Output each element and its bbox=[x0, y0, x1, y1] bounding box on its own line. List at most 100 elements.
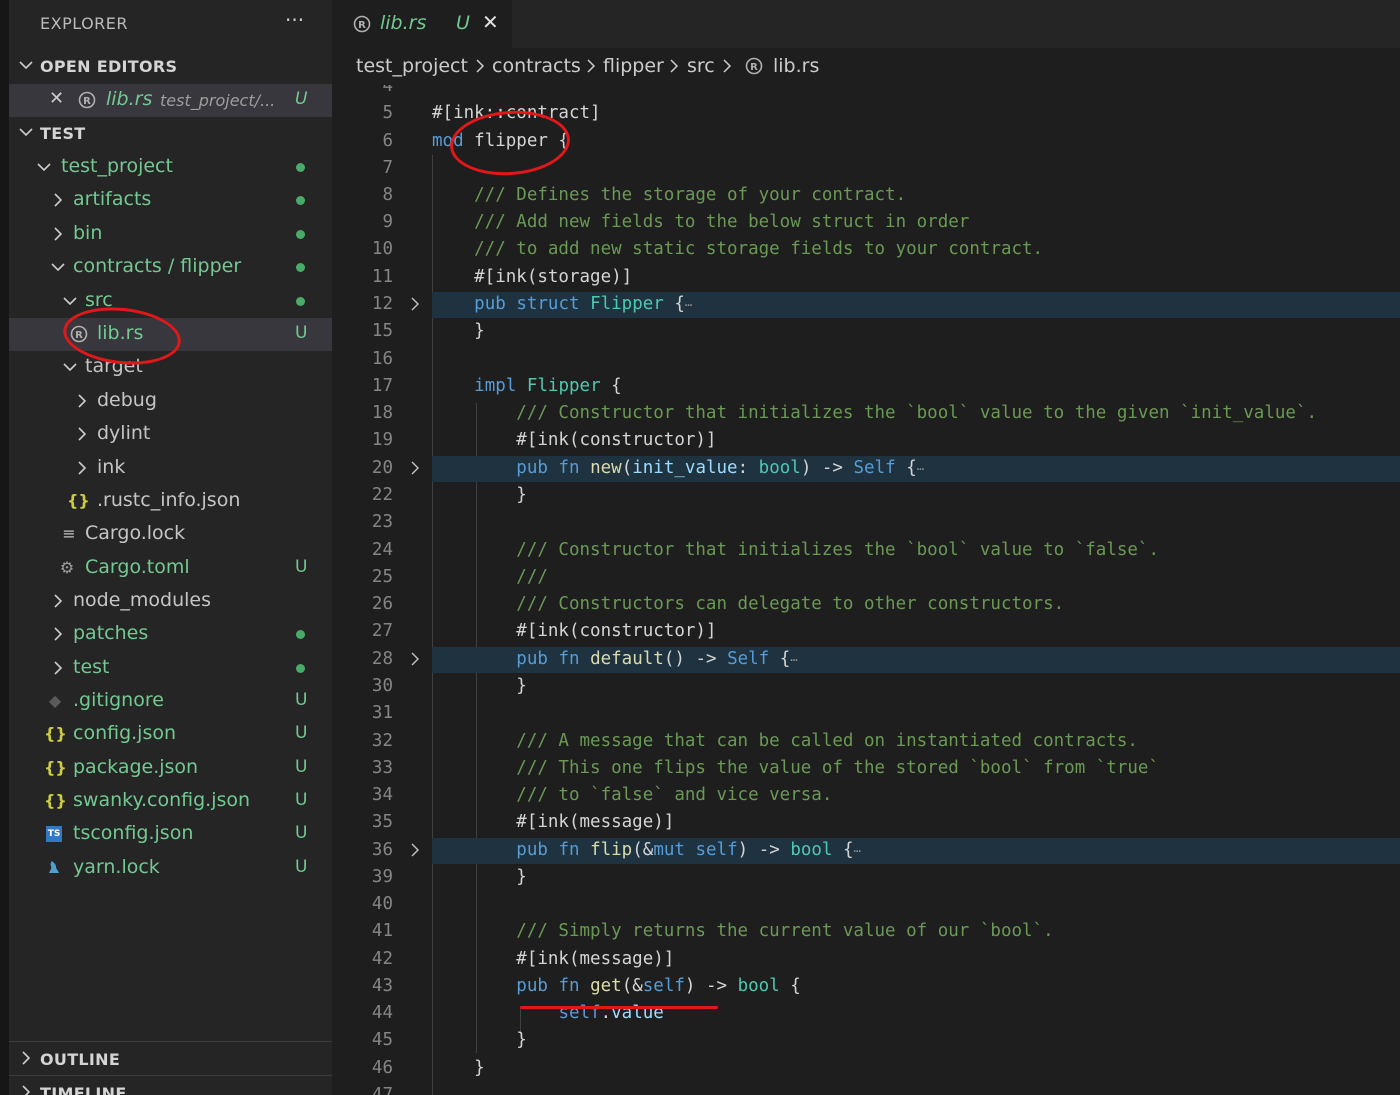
code-text: pub fn new(init_value: bool) -> Self {⋯ bbox=[516, 458, 924, 478]
breadcrumb-item[interactable]: flipper bbox=[603, 55, 664, 77]
tree-file-swanky-config[interactable]: {} swanky.config.json U bbox=[9, 785, 332, 818]
tree-file-lib-rs[interactable]: R lib.rs U bbox=[9, 318, 332, 351]
chevron-right-icon[interactable] bbox=[408, 652, 422, 666]
line-number: 6 bbox=[382, 131, 393, 151]
code-text: /// Add new fields to the below struct i… bbox=[432, 212, 970, 232]
code-line: 41 /// Simply returns the current value … bbox=[332, 918, 1400, 945]
tree-folder-contracts-flipper[interactable]: contracts / flipper bbox=[9, 251, 332, 284]
code-line: 4 bbox=[332, 85, 1400, 100]
line-number: 44 bbox=[371, 1003, 393, 1023]
open-editors-section[interactable]: OPEN EDITORS bbox=[9, 50, 332, 83]
chevron-down-icon bbox=[51, 263, 65, 272]
tree-file-package-json[interactable]: {} package.json U bbox=[9, 752, 332, 785]
rust-file-icon: R bbox=[70, 325, 88, 343]
chevron-right-icon[interactable] bbox=[408, 297, 422, 311]
status-dot bbox=[296, 297, 305, 306]
code-text: mod flipper { bbox=[432, 131, 569, 151]
code-editor[interactable]: 4 5 #[ink::contract] 6 mod flipper { 7 8 /… bbox=[332, 85, 1400, 1095]
tree-folder-target[interactable]: target bbox=[9, 351, 332, 384]
tree-file-yarn-lock[interactable]: yarn.lock U bbox=[9, 852, 332, 885]
tree-file-config-json[interactable]: {} config.json U bbox=[9, 718, 332, 751]
status-dot bbox=[296, 230, 305, 239]
workspace-label: TEST bbox=[40, 124, 86, 143]
code-line: 19 #[ink(constructor)] bbox=[332, 427, 1400, 454]
code-line: 23 bbox=[332, 509, 1400, 536]
chevron-down-icon bbox=[63, 363, 77, 372]
workspace-section[interactable]: TEST bbox=[9, 117, 332, 150]
close-icon[interactable]: ✕ bbox=[482, 10, 499, 34]
timeline-section[interactable]: TIMELINE bbox=[9, 1077, 332, 1095]
code-line: 24 /// Constructor that initializes the … bbox=[332, 537, 1400, 564]
chevron-down-icon bbox=[37, 163, 51, 172]
code-line-folded[interactable]: 28 pub fn default() -> Self {⋯ bbox=[332, 646, 1400, 673]
code-text: /// to `false` and vice versa. bbox=[432, 785, 833, 805]
rust-file-icon: R bbox=[353, 15, 371, 33]
tree-file-cargo-lock[interactable]: ≡ Cargo.lock bbox=[9, 518, 332, 551]
tree-folder-debug[interactable]: debug bbox=[9, 385, 332, 418]
breadcrumb-item[interactable]: lib.rs bbox=[773, 55, 819, 77]
code-text: /// This one flips the value of the stor… bbox=[432, 758, 1159, 778]
typescript-icon: TS bbox=[46, 826, 62, 842]
breadcrumb-item[interactable]: src bbox=[687, 55, 715, 77]
code-text: /// Constructor that initializes the `bo… bbox=[432, 403, 1318, 423]
line-number: 19 bbox=[371, 430, 393, 450]
code-line: 18 /// Constructor that initializes the … bbox=[332, 400, 1400, 427]
line-number: 25 bbox=[371, 567, 393, 587]
status-dot bbox=[296, 196, 305, 205]
tree-folder-dylint[interactable]: dylint bbox=[9, 418, 332, 451]
tree-item-label: .rustc_info.json bbox=[97, 489, 241, 511]
tree-folder-artifacts[interactable]: artifacts bbox=[9, 184, 332, 217]
code-text: /// bbox=[432, 567, 548, 587]
status-dot bbox=[296, 263, 305, 272]
line-number: 41 bbox=[371, 921, 393, 941]
explorer-header: EXPLORER ··· bbox=[9, 0, 332, 48]
open-editor-item[interactable]: ✕ R lib.rs test_project/... U bbox=[9, 84, 332, 117]
close-icon[interactable]: ✕ bbox=[49, 88, 64, 109]
tree-item-label: package.json bbox=[73, 756, 199, 778]
code-line-folded[interactable]: 12 pub struct Flipper {⋯ bbox=[332, 291, 1400, 318]
json-icon: {} bbox=[44, 758, 67, 777]
chevron-right-icon bbox=[22, 1085, 31, 1095]
tree-file-gitignore[interactable]: ◆ .gitignore U bbox=[9, 685, 332, 718]
line-number: 9 bbox=[382, 212, 393, 232]
line-number: 4 bbox=[382, 85, 393, 96]
breadcrumb: test_project contracts flipper src R lib… bbox=[332, 48, 1400, 85]
tree-file-cargo-toml[interactable]: ⚙ Cargo.toml U bbox=[9, 552, 332, 585]
gear-icon: ⚙ bbox=[59, 558, 75, 577]
tree-folder-ink[interactable]: ink bbox=[9, 452, 332, 485]
code-text: impl Flipper { bbox=[474, 376, 622, 396]
tree-folder-bin[interactable]: bin bbox=[9, 218, 332, 251]
tree-folder-test[interactable]: test bbox=[9, 652, 332, 685]
outline-section[interactable]: OUTLINE bbox=[9, 1043, 332, 1076]
line-number: 15 bbox=[371, 321, 393, 341]
line-number: 45 bbox=[371, 1030, 393, 1050]
lines-icon: ≡ bbox=[62, 524, 76, 543]
tab-lib-rs[interactable]: R lib.rs U ✕ bbox=[332, 0, 512, 48]
tree-folder-test-project[interactable]: test_project bbox=[9, 151, 332, 184]
chevron-right-icon[interactable] bbox=[408, 843, 422, 857]
code-line-folded[interactable]: 20 pub fn new(init_value: bool) -> Self … bbox=[332, 455, 1400, 482]
tree-file-tsconfig[interactable]: TS tsconfig.json U bbox=[9, 818, 332, 851]
tree-folder-src[interactable]: src bbox=[9, 285, 332, 318]
chevron-down-icon bbox=[63, 297, 77, 306]
status-badge: U bbox=[295, 323, 308, 343]
tree-file-rustc-info[interactable]: {} .rustc_info.json bbox=[9, 485, 332, 518]
line-number: 42 bbox=[371, 949, 393, 969]
code-line: 25 /// bbox=[332, 564, 1400, 591]
tree-folder-node-modules[interactable]: node_modules bbox=[9, 585, 332, 618]
breadcrumb-item[interactable]: test_project bbox=[356, 55, 468, 77]
code-text: /// Simply returns the current value of … bbox=[432, 921, 1054, 941]
code-line: 40 bbox=[332, 891, 1400, 918]
open-editor-filename: lib.rs bbox=[106, 88, 153, 110]
code-line-folded[interactable]: 36 pub fn flip(&mut self) -> bool {⋯ bbox=[332, 837, 1400, 864]
line-number: 43 bbox=[371, 976, 393, 996]
tree-item-label: artifacts bbox=[73, 188, 152, 210]
more-actions-icon[interactable]: ··· bbox=[285, 8, 304, 32]
chevron-right-icon[interactable] bbox=[408, 461, 422, 475]
code-text: /// Defines the storage of your contract… bbox=[432, 185, 907, 205]
yarn-icon bbox=[49, 861, 59, 873]
breadcrumb-item[interactable]: contracts bbox=[492, 55, 581, 77]
code-text: } bbox=[432, 1030, 527, 1050]
tree-folder-patches[interactable]: patches bbox=[9, 618, 332, 651]
code-text: } bbox=[432, 1058, 485, 1078]
